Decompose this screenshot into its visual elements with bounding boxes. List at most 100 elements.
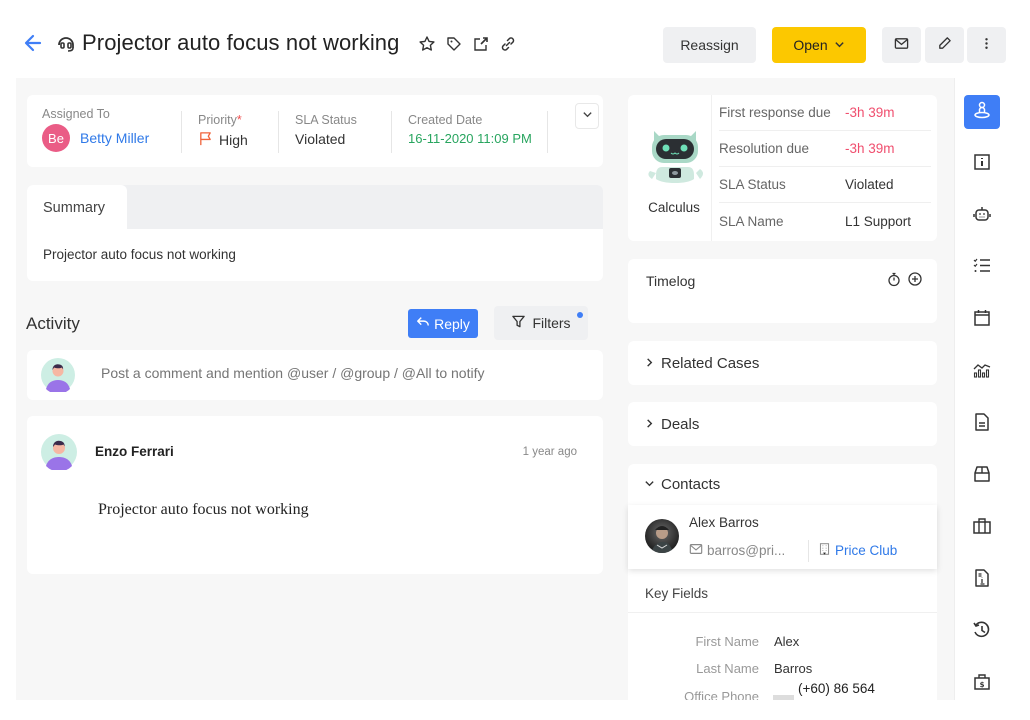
link-icon[interactable] (499, 35, 517, 53)
open-external-icon[interactable] (472, 35, 490, 53)
sla-key: SLA Name (719, 213, 784, 229)
filters-active-dot (577, 312, 583, 318)
status-dropdown-button[interactable]: Open (772, 27, 866, 63)
sla-row-status: SLA Status Violated (719, 167, 931, 203)
sla-key: First response due (719, 105, 831, 120)
contact-email[interactable]: barros@pri... (689, 542, 785, 559)
robot-icon (972, 204, 992, 229)
headset-icon (56, 34, 76, 54)
document-icon (972, 412, 992, 437)
comment-input[interactable] (101, 365, 581, 381)
sidebar-item-notes[interactable] (964, 407, 1000, 441)
key-field-value: Alex (774, 634, 800, 649)
deals-section[interactable]: Deals (628, 402, 937, 446)
person-location-icon (972, 100, 992, 125)
contacts-title: Contacts (661, 476, 721, 493)
divider (628, 612, 937, 613)
money-bag-icon: $ (972, 672, 992, 697)
sidebar-item-history[interactable] (964, 615, 1000, 649)
flag-icon (198, 131, 213, 149)
calendar-icon (972, 308, 992, 333)
sidebar-item-deals[interactable] (964, 511, 1000, 545)
contacts-toggle[interactable]: Contacts (644, 476, 720, 493)
add-circle-icon[interactable] (907, 271, 923, 287)
mail-icon (894, 36, 909, 54)
created-date-label: Created Date (408, 113, 483, 127)
calculus-bot-icon (640, 123, 710, 193)
divider (808, 540, 809, 562)
svg-text:$: $ (980, 681, 985, 689)
sidebar-item-billing[interactable]: $ (964, 667, 1000, 701)
reply-button[interactable]: Reply (408, 309, 478, 338)
deals-title: Deals (661, 415, 700, 433)
contact-company-link[interactable]: Price Club (818, 542, 897, 559)
required-asterisk: * (236, 113, 242, 127)
comment-composer (27, 350, 603, 400)
tab-summary[interactable]: Summary (27, 185, 127, 229)
more-options-button[interactable] (967, 27, 1006, 63)
summary-card: Summary Projector auto focus not working (27, 185, 603, 281)
box-icon (972, 464, 992, 489)
back-arrow-icon[interactable] (22, 32, 44, 54)
email-button[interactable] (882, 27, 921, 63)
more-vertical-icon (979, 36, 994, 54)
chevron-right-icon (644, 416, 655, 433)
post-author[interactable]: Enzo Ferrari (95, 444, 174, 459)
sidebar-item-products[interactable] (964, 459, 1000, 493)
divider (711, 95, 712, 241)
building-icon (818, 542, 831, 559)
assigned-to-label: Assigned To (42, 107, 110, 121)
assignee-name-link[interactable]: Betty Miller (80, 130, 149, 146)
reply-icon (416, 315, 430, 332)
file-info-icon (972, 568, 992, 593)
sla-value: -3h 39m (845, 105, 895, 120)
key-field-value[interactable]: (+60) 86 564 (798, 681, 875, 696)
star-icon[interactable] (418, 35, 436, 53)
priority-field[interactable]: High (198, 131, 248, 149)
bot-name: Calculus (648, 200, 700, 215)
sidebar-item-assignee[interactable] (964, 95, 1000, 129)
timelog-card: Timelog (628, 259, 937, 323)
key-fields-heading: Key Fields (645, 586, 709, 601)
contact-item[interactable]: Alex Barros barros@pri... Price Club (628, 505, 937, 569)
created-date-value: 16-11-2020 11:09 PM (408, 131, 532, 146)
sla-row-resolution: Resolution due -3h 39m (719, 131, 931, 167)
sla-value: L1 Support (845, 213, 912, 229)
priority-value: High (219, 132, 248, 148)
contact-avatar (645, 519, 679, 553)
sidebar-item-file-info[interactable] (964, 563, 1000, 597)
sla-key: Resolution due (719, 141, 810, 156)
status-label: Open (793, 37, 828, 53)
sidebar-item-tasks[interactable] (964, 251, 1000, 285)
assignee-avatar: Be (42, 124, 70, 152)
sidebar-item-calendar[interactable] (964, 303, 1000, 337)
tag-icon[interactable] (445, 35, 463, 53)
sla-value: -3h 39m (845, 141, 895, 156)
key-field-label: First Name (695, 634, 759, 649)
chevron-down-icon (644, 476, 655, 493)
sla-key: SLA Status (719, 177, 786, 192)
filters-button[interactable]: Filters (494, 306, 588, 340)
key-field-label: Office Phone (684, 689, 759, 700)
divider (547, 111, 548, 153)
sidebar-item-analytics[interactable] (964, 355, 1000, 389)
edit-button[interactable] (925, 27, 964, 63)
related-cases-section[interactable]: Related Cases (628, 341, 937, 385)
briefcase-icon (972, 516, 992, 541)
chevron-down-icon (834, 37, 845, 53)
activity-heading: Activity (26, 314, 80, 333)
current-user-avatar (41, 358, 75, 394)
divider (181, 111, 182, 153)
sla-row-first-response: First response due -3h 39m (719, 95, 931, 131)
sidebar-item-info[interactable] (964, 147, 1000, 181)
sidebar-item-bot[interactable] (964, 199, 1000, 233)
history-icon (972, 620, 992, 645)
contact-name[interactable]: Alex Barros (689, 515, 759, 530)
expand-info-button[interactable] (575, 103, 599, 129)
page-title: Projector auto focus not working (82, 30, 400, 55)
pencil-icon (937, 36, 952, 54)
reassign-button[interactable]: Reassign (663, 27, 756, 63)
stopwatch-icon[interactable] (886, 271, 902, 287)
activity-post: Enzo Ferrari 1 year ago Projector auto f… (27, 416, 603, 574)
mail-icon (689, 542, 703, 559)
